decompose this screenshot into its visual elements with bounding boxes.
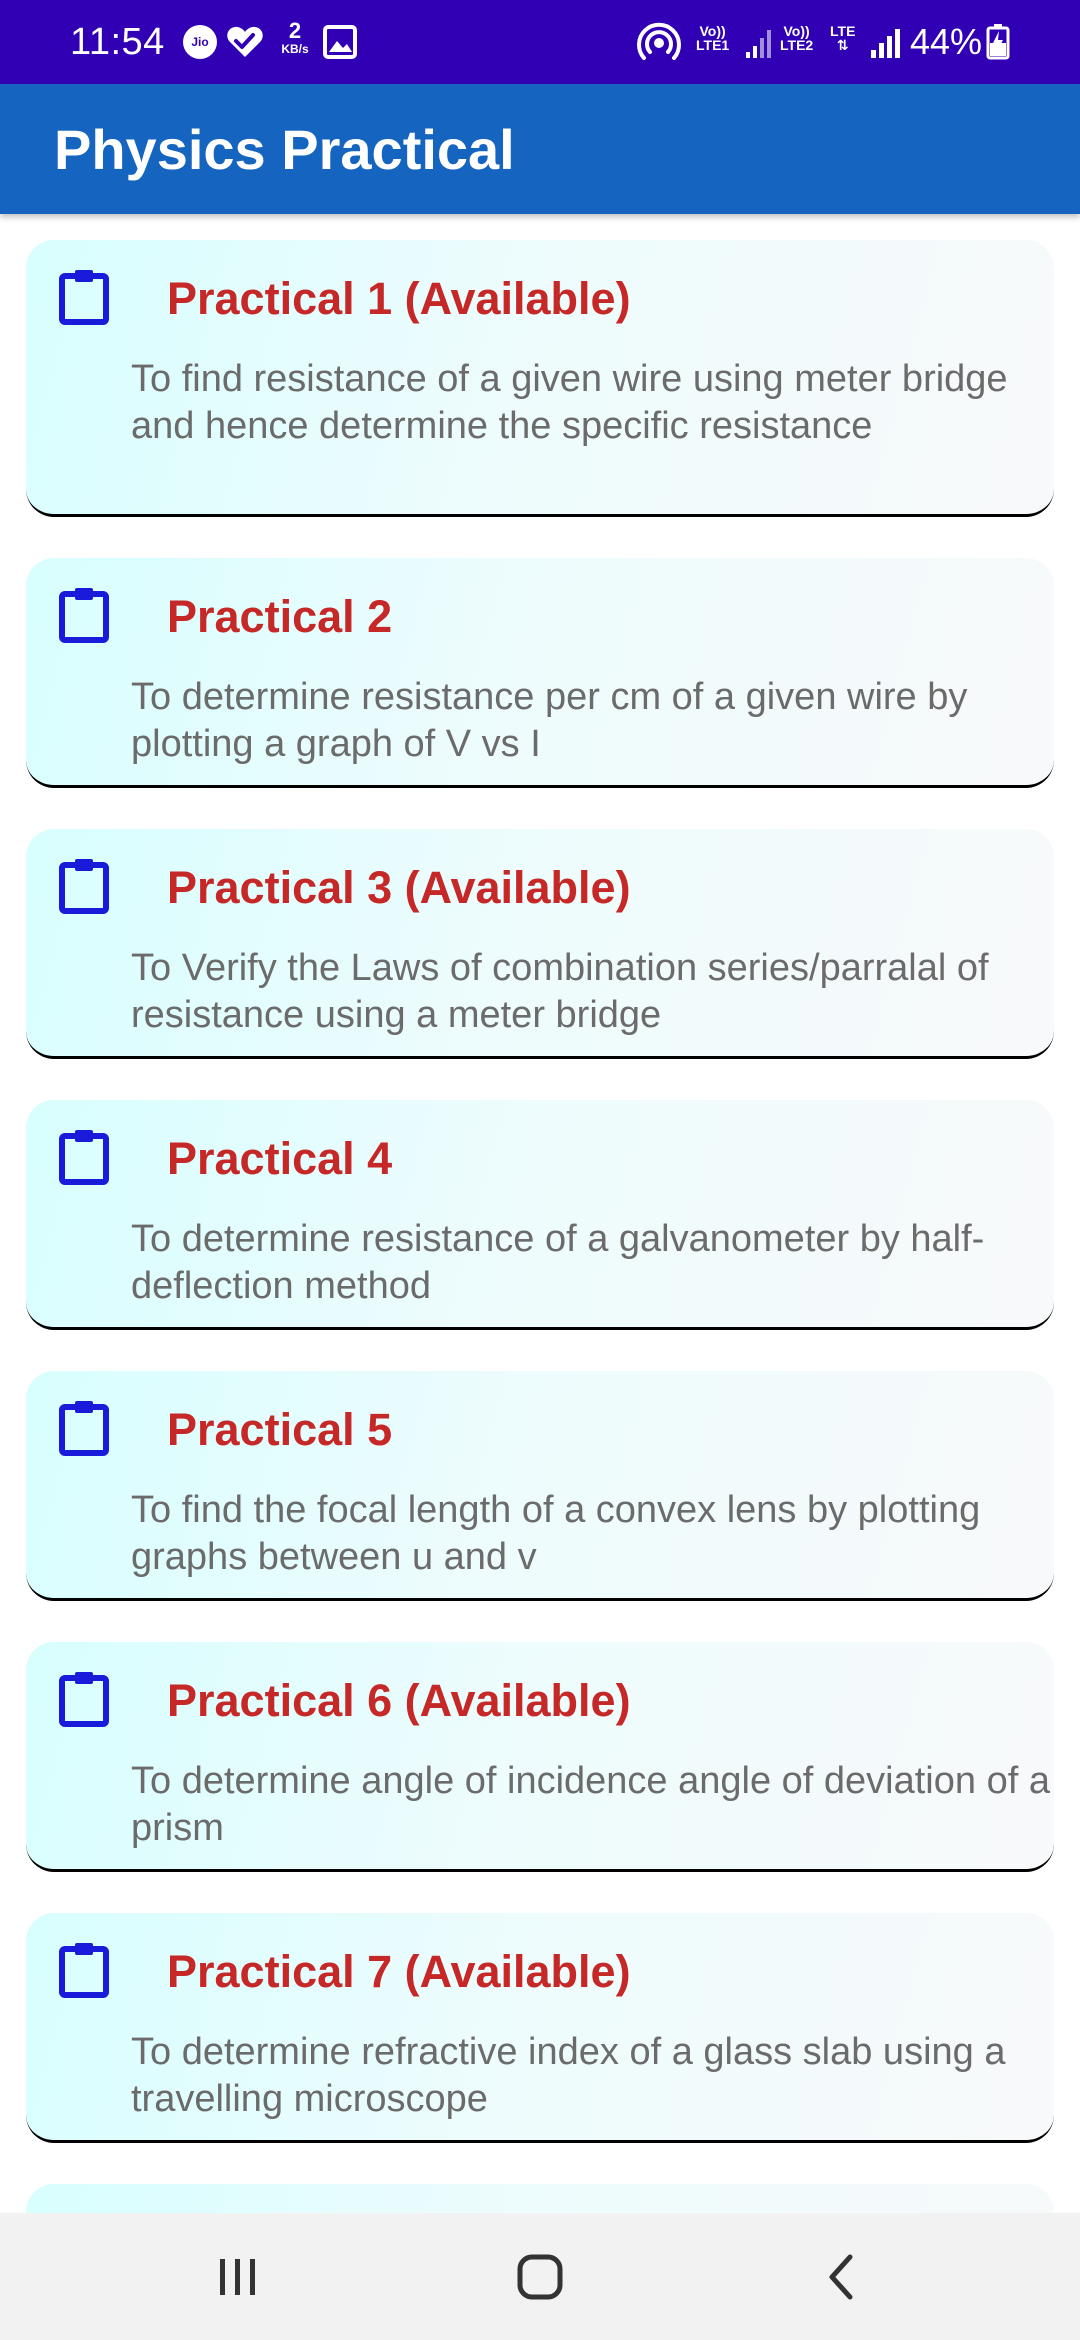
clipboard-icon [59,588,109,643]
recent-apps-icon[interactable] [203,2247,273,2307]
status-time: 11:54 [70,21,165,63]
practical-card[interactable]: Practical 2 To determine resistance per … [26,558,1054,788]
clipboard-icon [59,859,109,914]
practical-description: To determine angle of incidence angle of… [131,1760,1050,1849]
clipboard-icon [59,1130,109,1185]
practical-card[interactable] [26,2184,1054,2213]
system-nav-bar [0,2213,1080,2340]
sim1-label-bottom: LTE1 [696,37,730,53]
practical-card[interactable]: Practical 6 (Available) To determine ang… [26,1642,1054,1872]
practical-title: Practical 5 [167,1404,393,1455]
back-icon[interactable] [808,2247,878,2307]
network-speed-unit: KB/s [281,42,309,56]
practical-description: To find the focal length of a convex len… [131,1489,981,1578]
app-bar: Physics Practical [0,84,1080,214]
practical-title: Practical 1 (Available) [167,273,631,324]
practical-title: Practical 2 [167,591,393,642]
health-heart-icon [227,26,263,57]
practical-card[interactable]: Practical 3 (Available) To Verify the La… [26,829,1054,1059]
practical-title: Practical 4 [167,1133,393,1184]
hotspot-icon [637,22,681,60]
practical-description: To Verify the Laws of combination series… [131,947,989,1036]
sim2-label-bottom: LTE2 [780,37,814,53]
practical-card[interactable]: Practical 7 (Available) To determine ref… [26,1913,1054,2143]
app-title: Physics Practical [54,118,515,181]
clipboard-icon [59,1672,109,1727]
practical-card[interactable]: Practical 4 To determine resistance of a… [26,1100,1054,1330]
battery-percent: 44% [910,21,983,62]
network-speed-value: 2 [288,18,302,43]
practical-title: Practical 3 (Available) [167,862,631,913]
clipboard-icon [59,270,109,325]
jio-icon: Jio [183,25,217,59]
practical-description: To find resistance of a given wire using… [131,358,1008,447]
practical-description: To determine refractive index of a glass… [131,2031,1006,2120]
battery-charging-icon [986,24,1010,60]
practical-title: Practical 7 (Available) [167,1946,631,1997]
practical-title: Practical 6 (Available) [167,1675,631,1726]
signal-sim2-icon [871,29,900,58]
practical-description: To determine resistance per cm of a give… [131,676,968,765]
sim2-label: Vo)) LTE2 [780,24,813,52]
network-speed: 2 KB/s [272,20,318,66]
clipboard-icon [59,1943,109,1998]
status-bar: 11:54 Jio 2 KB/s Vo)) LTE1 Vo)) LTE2 LTE… [0,0,1080,84]
practical-list[interactable]: Practical 1 (Available) To find resistan… [0,214,1080,2213]
practical-description: To determine resistance of a galvanomete… [131,1218,985,1307]
signal-sim1-icon [746,30,771,58]
sim1-label: Vo)) LTE1 [696,24,729,52]
lte-label: LTE ⇅ [830,24,855,52]
home-icon[interactable] [505,2247,575,2307]
gallery-icon [323,25,357,59]
clipboard-icon [59,1401,109,1456]
data-arrows-icon: ⇅ [836,37,849,53]
practical-card[interactable]: Practical 1 (Available) To find resistan… [26,240,1054,517]
practical-card[interactable]: Practical 5 To find the focal length of … [26,1371,1054,1601]
